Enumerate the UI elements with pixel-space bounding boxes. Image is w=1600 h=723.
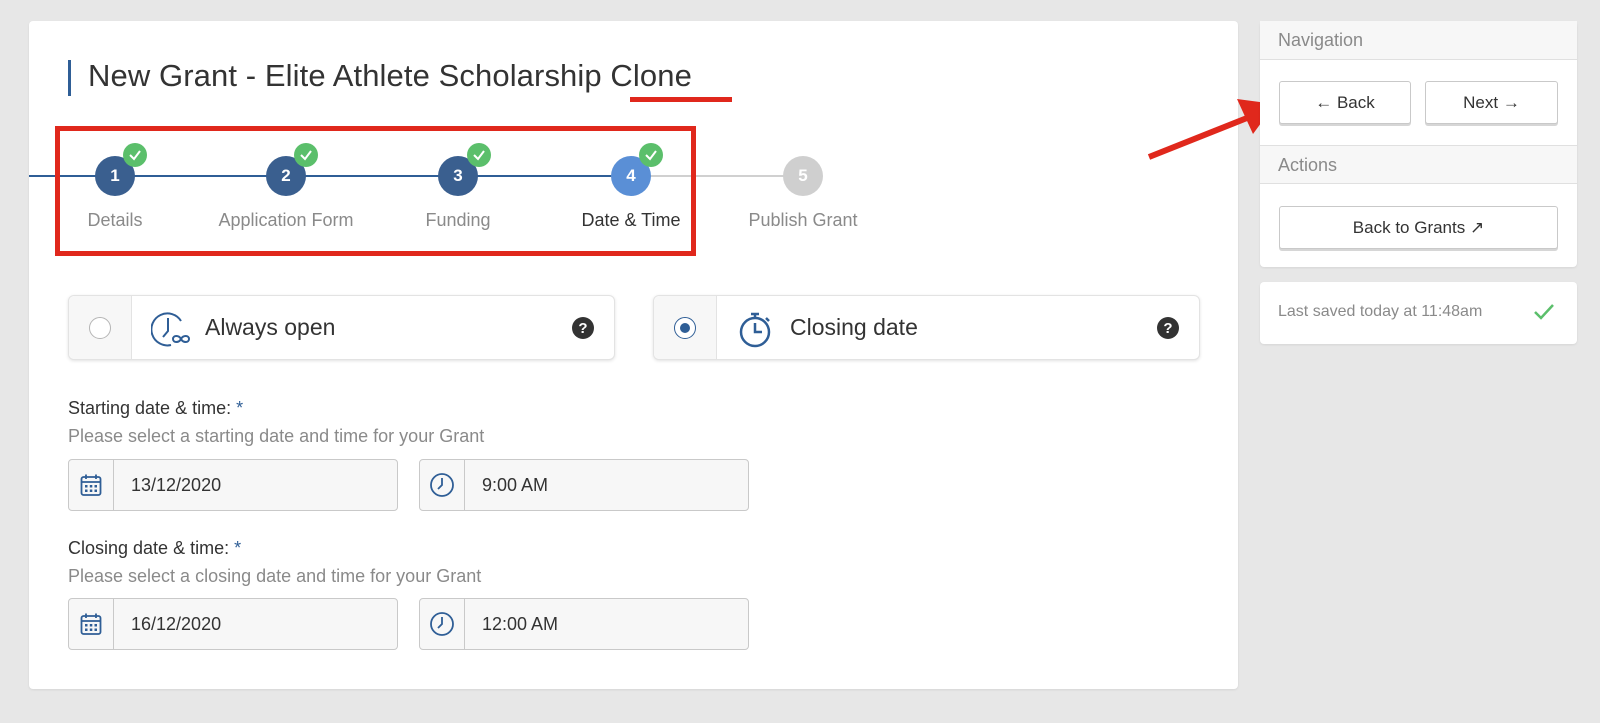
closing-date-label: Closing date xyxy=(790,314,918,340)
step-5-node[interactable]: 5 xyxy=(783,156,823,196)
back-button[interactable]: ← Back xyxy=(1279,81,1411,124)
clock-icon xyxy=(420,460,465,510)
closing-time-field[interactable]: 12:00 AM xyxy=(419,598,749,650)
option-always-open[interactable]: Always open ? xyxy=(68,295,615,360)
radio-cell xyxy=(69,296,132,359)
option-closing-date[interactable]: Closing date ? xyxy=(653,295,1200,360)
calendar-icon xyxy=(69,460,114,510)
closing-date-value: 16/12/2020 xyxy=(131,614,222,634)
start-date-value: 13/12/2020 xyxy=(131,475,222,495)
start-label: Starting date & time: * xyxy=(68,398,244,418)
calendar-icon xyxy=(69,599,114,649)
always-open-label: Always open xyxy=(205,314,336,340)
closing-date-radio[interactable] xyxy=(674,316,696,339)
clock-infinity-icon xyxy=(150,309,191,349)
closing-label: Closing date & time: * xyxy=(68,538,242,558)
title-accent-bar xyxy=(68,60,71,96)
back-to-grants-button[interactable]: Back to Grants ↗ xyxy=(1279,206,1558,249)
next-button[interactable]: Next → xyxy=(1425,81,1558,124)
clock-icon xyxy=(420,599,465,649)
closing-time-value: 12:00 AM xyxy=(482,614,559,634)
navigation-header: Navigation xyxy=(1260,21,1577,60)
closing-help-text: Please select a closing date and time fo… xyxy=(68,566,482,586)
radio-cell xyxy=(654,296,717,359)
last-saved-text: Last saved today at 11:48am xyxy=(1278,303,1483,320)
page-title: New Grant - Elite Athlete Scholarship Cl… xyxy=(88,58,692,93)
start-date-field[interactable]: 13/12/2020 xyxy=(68,459,398,511)
start-time-value: 9:00 AM xyxy=(482,475,549,495)
help-icon[interactable]: ? xyxy=(1157,317,1179,339)
navigation-heading: Navigation xyxy=(1278,30,1364,50)
always-open-radio[interactable] xyxy=(89,316,111,339)
start-help-text: Please select a starting date and time f… xyxy=(68,426,485,446)
annotation-highlight-box xyxy=(55,126,696,256)
navigation-panel: Navigation ← Back Next → Actions Back to… xyxy=(1260,21,1577,267)
closing-date-field[interactable]: 16/12/2020 xyxy=(68,598,398,650)
check-icon xyxy=(1533,302,1555,327)
actions-heading: Actions xyxy=(1278,155,1338,175)
start-time-field[interactable]: 9:00 AM xyxy=(419,459,749,511)
help-icon[interactable]: ? xyxy=(572,317,594,339)
save-status-panel: Last saved today at 11:48am xyxy=(1260,282,1577,344)
stopwatch-icon xyxy=(736,309,776,349)
actions-header: Actions xyxy=(1260,145,1577,184)
step-5-label: Publish Grant xyxy=(748,210,858,230)
annotation-underline xyxy=(630,97,732,102)
